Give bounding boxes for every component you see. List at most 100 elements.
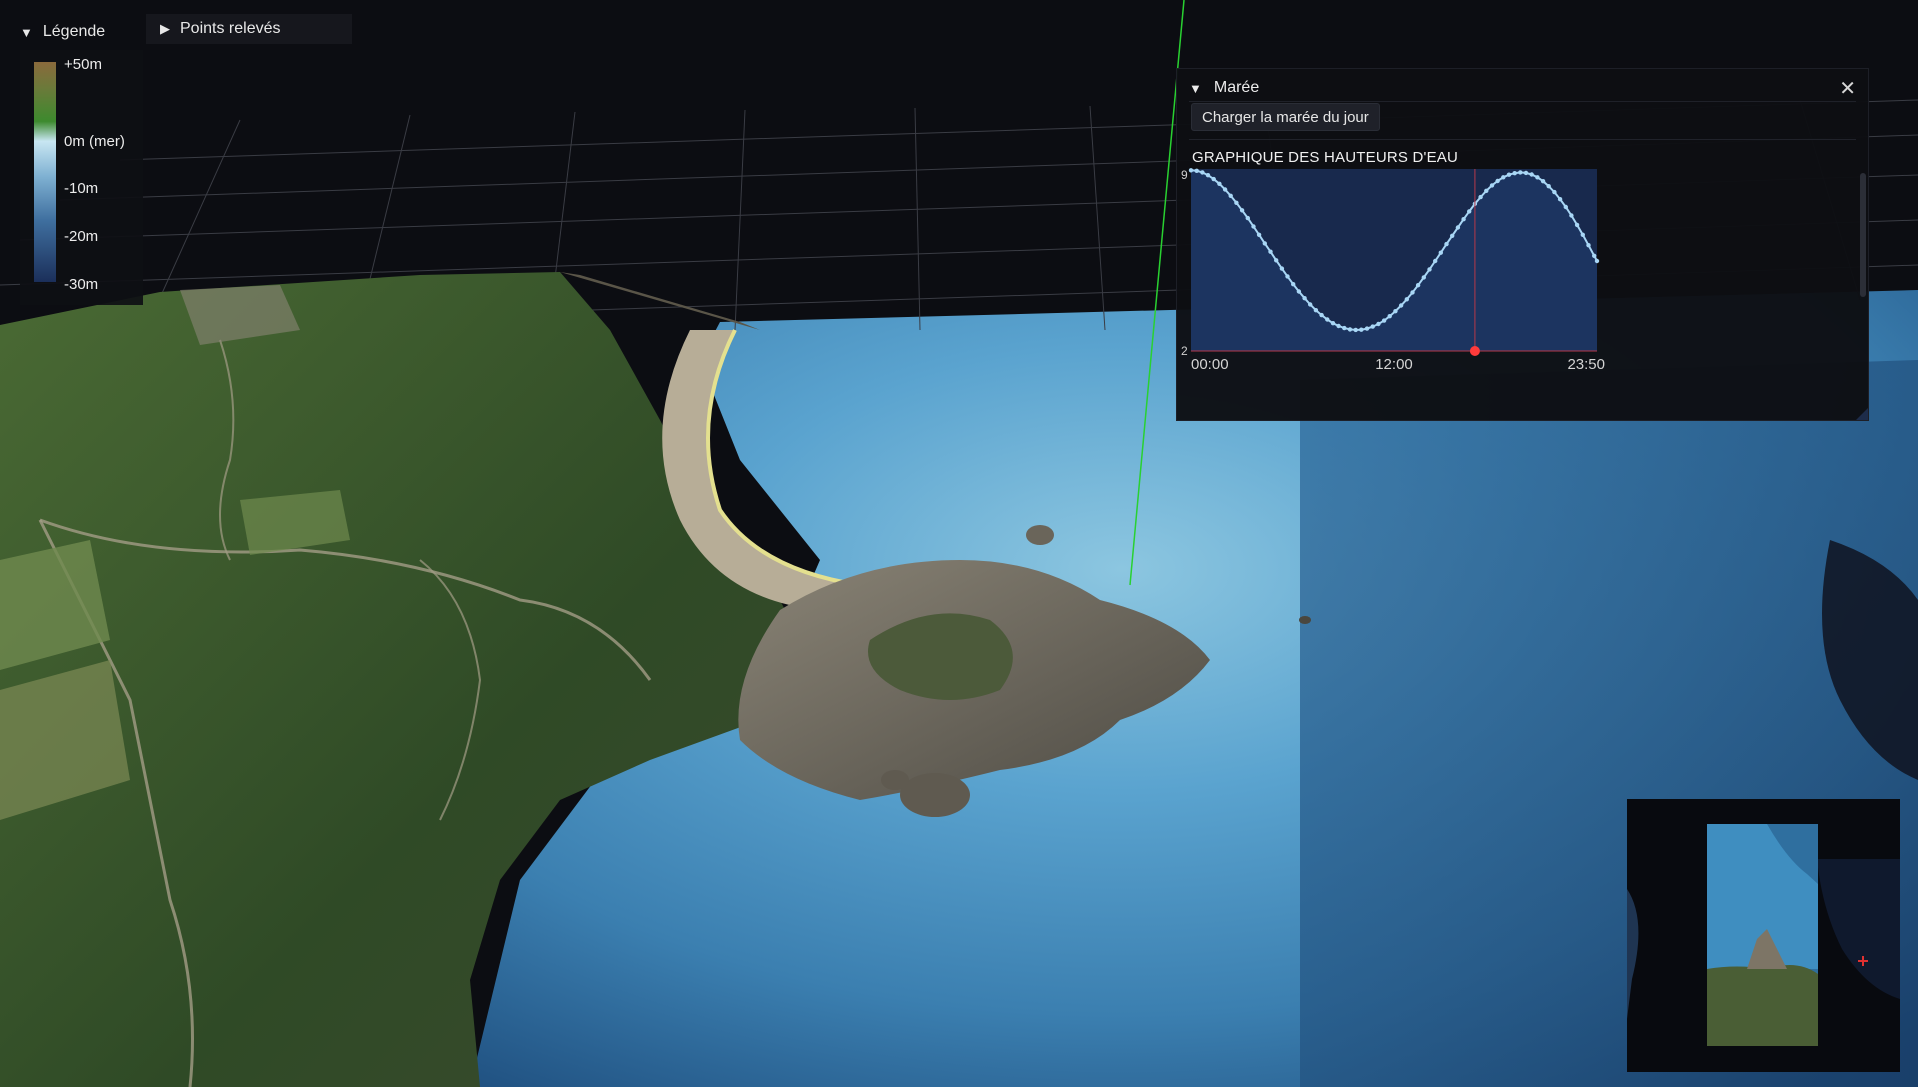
tide-data-point [1325,317,1330,322]
tide-data-point [1330,321,1336,326]
tide-panel: ▼ Marée ✕ Charger la marée du jour GRAPH… [1176,68,1869,421]
tide-data-point [1512,171,1517,176]
tide-data-point [1274,258,1279,263]
resize-handle[interactable] [1856,408,1868,420]
legend-toggle[interactable]: ▼ Légende [20,18,105,46]
tide-data-point [1336,323,1341,329]
minimap[interactable] [1627,799,1900,1072]
triangle-down-icon: ▼ [1189,80,1202,96]
tide-data-point [1319,312,1324,318]
tide-data-point [1580,232,1585,237]
legend-panel: +50m 0m (mer) -10m -20m -30m [20,50,143,305]
triangle-down-icon: ▼ [20,24,33,40]
tide-data-point [1563,204,1568,210]
load-tide-button[interactable]: Charger la marée du jour [1191,103,1380,131]
tide-data-point [1205,173,1211,178]
tide-data-point [1364,326,1370,331]
tide-data-point [1427,267,1432,272]
legend-label: 0m (mer) [64,133,125,150]
tide-data-point [1256,232,1262,237]
x-tick-label: 23:50 [1567,356,1605,373]
tide-data-point [1359,327,1364,332]
triangle-right-icon: ▶ [160,21,170,36]
tide-data-point [1501,175,1506,180]
tide-data-point [1200,170,1205,175]
tide-data-point [1296,289,1302,294]
y-axis-bottom-label: 2 [1181,344,1188,358]
tide-data-point [1444,241,1449,247]
tide-data-point [1535,175,1540,180]
islet [1299,616,1311,624]
tide-data-point [1523,170,1529,176]
tide-data-point [1450,233,1455,238]
tide-panel-header[interactable]: ▼ Marée ✕ [1189,75,1856,102]
divider [1189,139,1856,140]
tide-data-point [1421,275,1426,280]
tide-data-point [1285,274,1290,279]
points-panel-toggle[interactable]: ▶ Points relevés [146,14,352,44]
tide-data-point [1415,283,1421,288]
tide-data-point [1552,189,1557,195]
tide-data-point [1387,314,1392,319]
tide-data-point [1279,266,1285,271]
tide-data-point [1342,325,1347,331]
tide-data-point [1194,168,1199,173]
tide-data-point [1393,309,1398,314]
tide-data-point [1438,250,1443,255]
tide-data-point [1381,318,1387,323]
points-panel-title: Points relevés [180,20,281,37]
tide-data-point [1347,327,1353,332]
tide-data-point [1540,179,1546,184]
tide-data-point [1353,327,1358,333]
tide-data-point [1404,297,1409,302]
tide-data-point [1594,258,1600,264]
tide-data-point [1313,308,1319,313]
tide-data-point [1245,215,1250,221]
tide-data-point [1398,303,1404,308]
tide-data-point [1291,282,1296,287]
tide-data-point [1518,170,1523,175]
chart-title: GRAPHIQUE DES HAUTEURS D'EAU [1192,149,1459,166]
legend-label: -30m [64,276,99,293]
tide-data-point [1574,222,1580,228]
tide-data-point [1217,181,1222,186]
tide-panel-title: Marée [1213,79,1260,96]
tide-data-point [1495,178,1500,184]
tide-data-point [1308,302,1313,307]
y-axis-top-label: 9 [1181,168,1188,182]
tide-data-point [1592,253,1597,258]
legend-label: +50m [64,56,102,73]
close-icon[interactable]: ✕ [1839,76,1856,101]
tide-data-point [1410,290,1415,295]
tide-data-point [1586,243,1591,248]
islet [900,773,970,817]
tide-data-point [1467,209,1472,214]
legend-title: Légende [42,23,106,40]
tide-data-point [1478,194,1483,200]
islet [1026,525,1054,545]
x-tick-label: 12:00 [1375,356,1413,373]
x-tick-label: 00:00 [1191,356,1229,373]
tide-data-point [1222,187,1228,192]
tide-data-point [1268,249,1273,254]
minimap-land [1707,965,1818,1046]
tide-data-point [1239,208,1245,213]
minimap-view [1627,824,1900,1046]
legend-label: -20m [64,228,99,245]
scrollbar[interactable] [1860,173,1866,297]
minimap-dark-patches [1817,859,1900,999]
minimap-dark-patches [1627,889,1639,1019]
tide-data-point [1529,172,1534,177]
islet [881,770,909,790]
tide-data-point [1188,168,1194,173]
current-tide-point [1469,346,1480,356]
tide-data-point [1211,176,1216,182]
tide-height-chart[interactable]: 9 200:00 12:00 23:50 [1177,165,1697,415]
tide-data-point [1251,224,1256,229]
tide-data-point [1302,296,1307,301]
tide-data-point [1506,172,1512,177]
tide-data-point [1546,184,1551,189]
tide-data-point [1234,200,1239,205]
tide-data-point [1484,188,1489,193]
tide-data-point [1370,324,1375,329]
